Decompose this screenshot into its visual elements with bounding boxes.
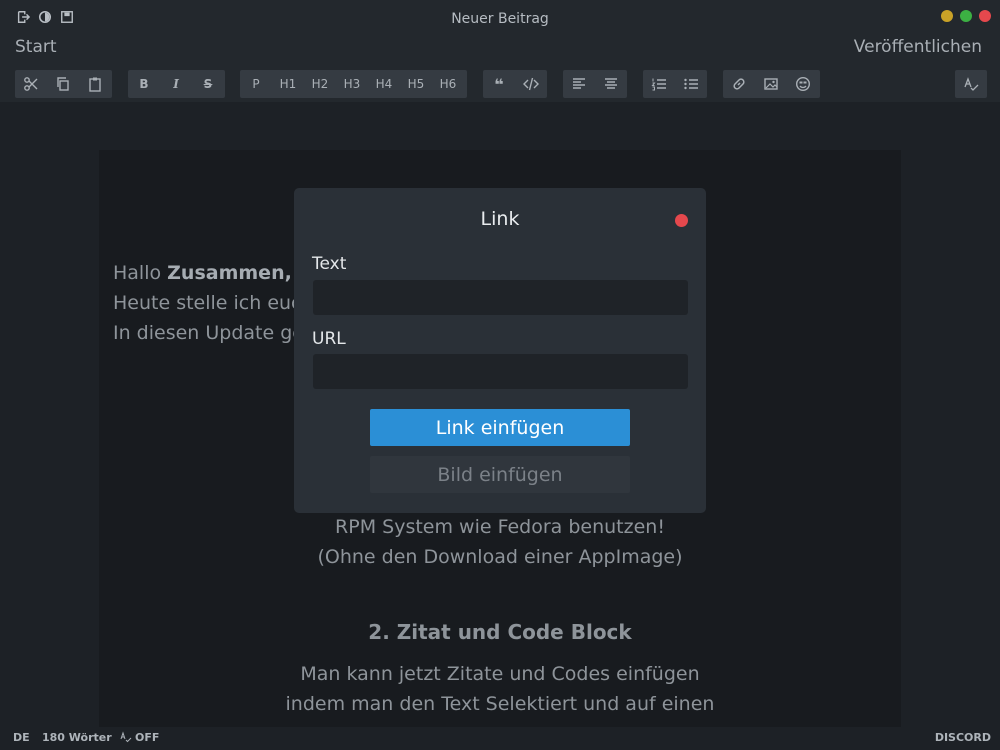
strikethrough-icon: S xyxy=(203,77,213,91)
strikethrough-button[interactable]: S xyxy=(192,70,224,98)
block-group: ❝ xyxy=(483,70,547,98)
ordered-list-icon xyxy=(651,78,666,91)
h3-button[interactable]: H3 xyxy=(336,70,368,98)
spellcheck-icon xyxy=(964,77,979,91)
h2-button[interactable]: H2 xyxy=(304,70,336,98)
align-group xyxy=(563,70,627,98)
spellcheck-status[interactable]: OFF xyxy=(135,731,159,744)
clipboard-group xyxy=(15,70,112,98)
bullet-list-icon xyxy=(684,78,698,90)
align-center-icon xyxy=(605,78,617,89)
emoji-icon xyxy=(795,76,811,92)
paste-button[interactable] xyxy=(79,70,111,98)
format-group: B I S xyxy=(128,70,225,98)
minimize-button[interactable] xyxy=(941,10,953,22)
scissors-icon xyxy=(24,77,38,91)
spellcheck-button[interactable] xyxy=(955,70,987,98)
insert-link-button[interactable]: Link einfügen xyxy=(370,409,630,446)
h1-button[interactable]: H1 xyxy=(272,70,304,98)
window-controls xyxy=(941,10,991,22)
document-line: Man kann jetzt Zitate und Codes einfügen xyxy=(300,663,700,685)
status-bar: DE 180 Wörter OFF DISCORD xyxy=(0,727,1000,750)
title-bar: Neuer Beitrag xyxy=(0,0,1000,36)
nav-row: Start Veröffentlichen xyxy=(0,34,1000,68)
ordered-list-button[interactable] xyxy=(643,70,675,98)
quote-icon: ❝ xyxy=(494,74,504,94)
bullet-list-button[interactable] xyxy=(675,70,707,98)
link-button[interactable] xyxy=(723,70,755,98)
editor-toolbar: B I S P H1 H2 H3 H4 H5 H6 ❝ xyxy=(0,68,1000,102)
spellcheck-group xyxy=(955,70,987,98)
emoji-button[interactable] xyxy=(787,70,819,98)
align-left-button[interactable] xyxy=(563,70,595,98)
bold-icon: B xyxy=(139,77,149,91)
paragraph-button[interactable]: P xyxy=(240,70,272,98)
document-line: In diesen Update ge xyxy=(113,322,304,344)
text-field-label: Text xyxy=(312,254,347,274)
greeting-prefix: Hallo xyxy=(113,262,168,284)
url-field-label: URL xyxy=(312,329,346,349)
cut-button[interactable] xyxy=(15,70,47,98)
document-line: Heute stelle ich euc xyxy=(113,292,302,314)
word-count: 180 Wörter xyxy=(42,731,112,744)
url-input[interactable] xyxy=(313,354,688,389)
maximize-button[interactable] xyxy=(960,10,972,22)
code-icon xyxy=(523,77,539,91)
heading-group: P H1 H2 H3 H4 H5 H6 xyxy=(240,70,467,98)
link-icon xyxy=(733,78,745,90)
italic-button[interactable]: I xyxy=(160,70,192,98)
image-icon xyxy=(764,78,778,90)
close-window-button[interactable] xyxy=(979,10,991,22)
greeting-line: Hallo Zusammen, xyxy=(113,258,292,288)
align-center-button[interactable] xyxy=(595,70,627,98)
italic-icon: I xyxy=(173,77,179,91)
copy-icon xyxy=(57,77,69,91)
copy-button[interactable] xyxy=(47,70,79,98)
clipboard-icon xyxy=(89,77,101,92)
align-left-icon xyxy=(573,78,585,89)
h6-button[interactable]: H6 xyxy=(432,70,464,98)
window-title: Neuer Beitrag xyxy=(451,11,549,27)
insert-group xyxy=(723,70,820,98)
greeting-bold: Zusammen, xyxy=(167,262,292,284)
code-button[interactable] xyxy=(515,70,547,98)
discord-link[interactable]: DISCORD xyxy=(935,731,991,744)
insert-image-button[interactable]: Bild einfügen xyxy=(370,456,630,493)
link-dialog: Link Text URL Link einfügen Bild einfüge… xyxy=(294,188,706,513)
document-heading: 2. Zitat und Code Block xyxy=(368,620,632,644)
start-link[interactable]: Start xyxy=(15,37,57,57)
bold-button[interactable]: B xyxy=(128,70,160,98)
dialog-title: Link xyxy=(480,208,520,230)
h5-button[interactable]: H5 xyxy=(400,70,432,98)
spellcheck-status-icon xyxy=(120,731,132,743)
image-button[interactable] xyxy=(755,70,787,98)
document-line: indem man den Text Selektiert und auf ei… xyxy=(285,693,715,715)
list-group xyxy=(643,70,707,98)
quote-button[interactable]: ❝ xyxy=(483,70,515,98)
publish-link[interactable]: Veröffentlichen xyxy=(854,37,982,57)
language-indicator[interactable]: DE xyxy=(13,731,30,744)
h4-button[interactable]: H4 xyxy=(368,70,400,98)
close-dialog-button[interactable] xyxy=(675,214,688,227)
text-input[interactable] xyxy=(313,280,688,315)
document-line: RPM System wie Fedora benutzen! xyxy=(335,516,665,538)
document-line: (Ohne den Download einer AppImage) xyxy=(317,546,683,568)
